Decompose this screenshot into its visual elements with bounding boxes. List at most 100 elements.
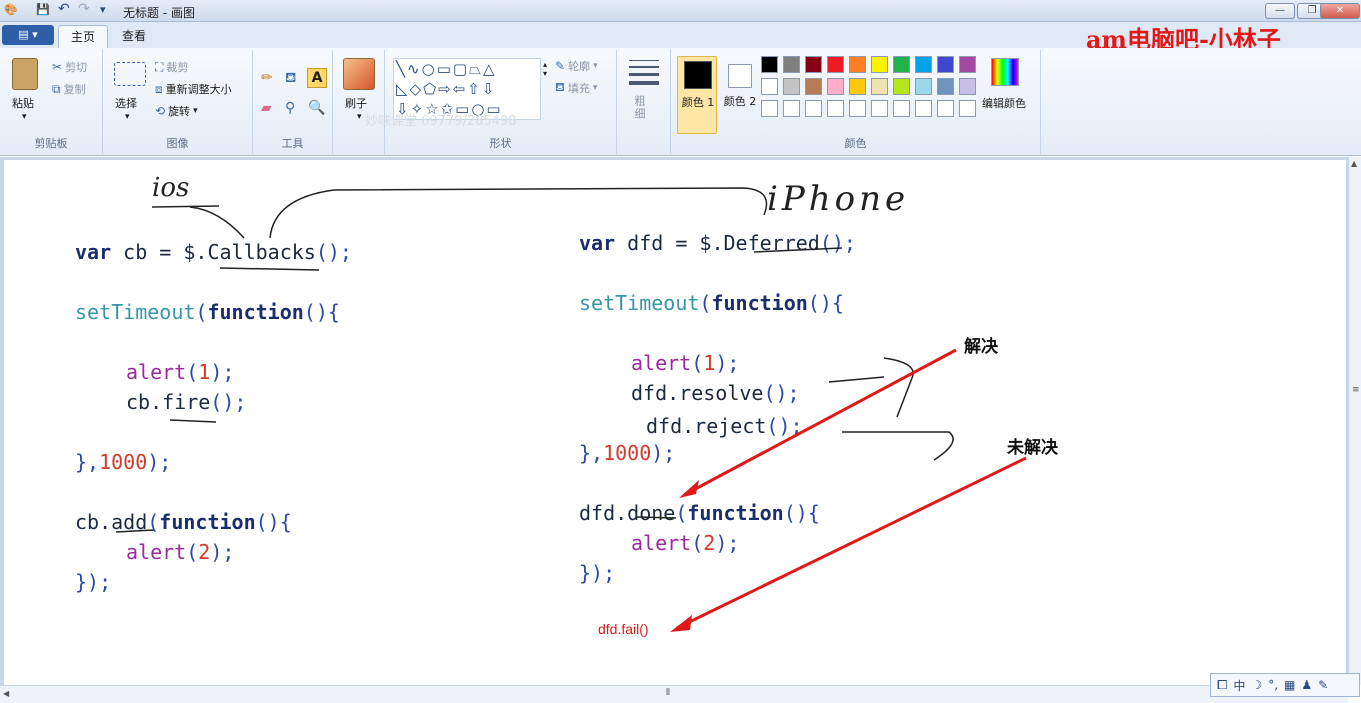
palette-swatch[interactable] <box>915 56 932 73</box>
scroll-grip-horizontal-icon[interactable]: ⦀ <box>666 688 670 698</box>
palette-swatch[interactable] <box>783 56 800 73</box>
magnifier-icon[interactable]: 🔍 <box>308 100 325 116</box>
color-picker-icon[interactable]: ⚲ <box>285 100 295 116</box>
palette-swatch[interactable] <box>761 78 778 95</box>
crop-label: 裁剪 <box>166 61 189 74</box>
size-button[interactable]: 粗细 <box>631 95 647 121</box>
palette-swatch[interactable] <box>959 100 976 117</box>
resize-button[interactable]: ⧈ 重新调整大小 <box>155 81 232 97</box>
palette-swatch[interactable] <box>959 78 976 95</box>
copy-button[interactable]: ⧉ 复制 <box>52 81 86 97</box>
scroll-left-icon[interactable]: ◀ <box>3 689 9 698</box>
resize-label: 重新调整大小 <box>165 83 232 96</box>
palette-swatch[interactable] <box>937 78 954 95</box>
shapes-scroll-icon[interactable]: ▴ ▾ <box>543 60 547 78</box>
save-icon[interactable]: 💾 <box>36 3 50 19</box>
scroll-up-icon[interactable]: ▲ <box>1351 159 1357 168</box>
drawing-canvas[interactable]: var cb = $.Callbacks(); setTimeout(funct… <box>4 160 1346 685</box>
ribbon: 粘贴 ▾ ✂ 剪切 ⧉ 复制 剪贴板 选择 ▾ ⛶ 裁剪 ⧈ 重新调整大小 ⟲ 旋转 ▾ 图… <box>0 48 1361 156</box>
palette-swatch[interactable] <box>827 78 844 95</box>
ime-user-icon[interactable]: ♟ <box>1301 678 1312 692</box>
vertical-scrollbar[interactable]: ▲ ≡ <box>1348 157 1361 685</box>
redo-icon[interactable]: ↷ <box>78 1 90 17</box>
color1-button[interactable]: 颜色 1 <box>677 56 717 134</box>
select-dropdown-icon[interactable]: ▾ <box>125 112 130 122</box>
palette-swatch[interactable] <box>937 100 954 117</box>
horizontal-scrollbar[interactable]: ◀ ⦀ <box>0 685 1348 703</box>
cut-button[interactable]: ✂ 剪切 <box>52 59 87 75</box>
palette-swatch[interactable] <box>827 56 844 73</box>
ime-toolbar[interactable]: ⧠ 中 ☽ °, ▦ ♟ ✎ <box>1210 673 1360 697</box>
palette-swatch[interactable] <box>893 100 910 117</box>
palette-swatch[interactable] <box>871 100 888 117</box>
palette-swatch[interactable] <box>871 56 888 73</box>
palette-swatch[interactable] <box>783 100 800 117</box>
clipboard-group: 粘贴 ▾ ✂ 剪切 ⧉ 复制 剪贴板 <box>0 50 103 154</box>
eraser-icon[interactable]: ▰ <box>261 100 272 116</box>
color2-button[interactable]: 颜色 2 <box>723 56 757 134</box>
palette-swatch[interactable] <box>959 56 976 73</box>
window-title: 无标题 - 画图 <box>123 6 195 20</box>
tab-home[interactable]: 主页 <box>58 25 109 48</box>
brushes-button[interactable]: 刷子 <box>345 95 367 111</box>
palette-swatch[interactable] <box>937 56 954 73</box>
paste-button[interactable]: 粘贴 <box>12 95 34 111</box>
palette-swatch[interactable] <box>893 56 910 73</box>
crop-button[interactable]: ⛶ 裁剪 <box>155 59 188 75</box>
size-lines-icon[interactable] <box>629 60 659 85</box>
pencil-icon[interactable]: ✏ <box>261 70 273 86</box>
colors-group: 颜色 1 颜色 2 编辑颜色 颜色 <box>671 50 1041 154</box>
palette-swatch[interactable] <box>893 78 910 95</box>
fill-bucket-icon[interactable]: ⛾ <box>285 70 296 88</box>
ime-moon-icon[interactable]: ☽ <box>1251 678 1262 692</box>
select-button[interactable]: 选择 <box>115 95 137 111</box>
ime-keyboard-icon[interactable]: ▦ <box>1284 678 1295 692</box>
ime-tools-icon[interactable]: ✎ <box>1318 678 1328 692</box>
customize-quick-access-icon[interactable]: ▾ <box>100 3 106 19</box>
brush-icon[interactable] <box>343 58 375 90</box>
copy-icon: ⧉ <box>52 81 61 96</box>
palette-swatch[interactable] <box>805 100 822 117</box>
shapes-group-label: 形状 <box>489 137 512 150</box>
palette-swatch[interactable] <box>805 78 822 95</box>
paste-dropdown-icon[interactable]: ▾ <box>22 112 27 122</box>
close-button[interactable]: ✕ <box>1320 3 1360 19</box>
edit-colors-icon[interactable] <box>991 58 1019 86</box>
fill-label: 填充 <box>567 82 590 95</box>
paste-icon[interactable] <box>12 58 38 90</box>
palette-swatch[interactable] <box>827 100 844 117</box>
palette-swatch[interactable] <box>849 100 866 117</box>
ios-pointer <box>189 206 245 239</box>
scroll-grip-icon[interactable]: ≡ <box>1352 385 1360 395</box>
select-icon[interactable] <box>114 62 146 86</box>
fill-button[interactable]: ⛾ 填充 ▾ <box>555 80 597 96</box>
rotate-button[interactable]: ⟲ 旋转 ▾ <box>155 103 198 119</box>
palette-swatch[interactable] <box>805 56 822 73</box>
ime-logo-icon[interactable]: ⧠ <box>1217 678 1227 693</box>
edit-colors-button[interactable]: 编辑颜色 <box>982 95 1026 111</box>
palette-swatch[interactable] <box>915 100 932 117</box>
undo-icon[interactable]: ↶ <box>58 1 70 17</box>
palette-swatch[interactable] <box>849 56 866 73</box>
tab-view[interactable]: 查看 <box>110 25 158 48</box>
palette-swatch[interactable] <box>915 78 932 95</box>
palette-swatch[interactable] <box>849 78 866 95</box>
text-tool-icon[interactable]: A <box>307 68 327 88</box>
palette-swatch[interactable] <box>783 78 800 95</box>
clipboard-group-label: 剪贴板 <box>34 137 68 150</box>
palette-swatch[interactable] <box>871 78 888 95</box>
outline-button[interactable]: ✎ 轮廓 ▾ <box>555 58 598 74</box>
palette-swatch[interactable] <box>761 56 778 73</box>
crop-icon: ⛶ <box>155 59 164 74</box>
ime-punctuation-icon[interactable]: °, <box>1268 678 1278 692</box>
brushes-group: 刷子 ▾ <box>333 50 385 154</box>
callbacks-underline <box>219 267 320 271</box>
palette-swatch[interactable] <box>761 100 778 117</box>
outline-dropdown-icon: ▾ <box>593 61 598 71</box>
file-menu-button[interactable]: ▤ ▾ <box>2 25 54 45</box>
brushes-dropdown-icon[interactable]: ▾ <box>357 112 362 122</box>
color2-swatch <box>728 64 752 88</box>
color1-label: 颜色 1 <box>681 96 715 109</box>
ime-language-toggle[interactable]: 中 <box>1233 677 1245 694</box>
minimize-button[interactable]: — <box>1265 3 1295 19</box>
